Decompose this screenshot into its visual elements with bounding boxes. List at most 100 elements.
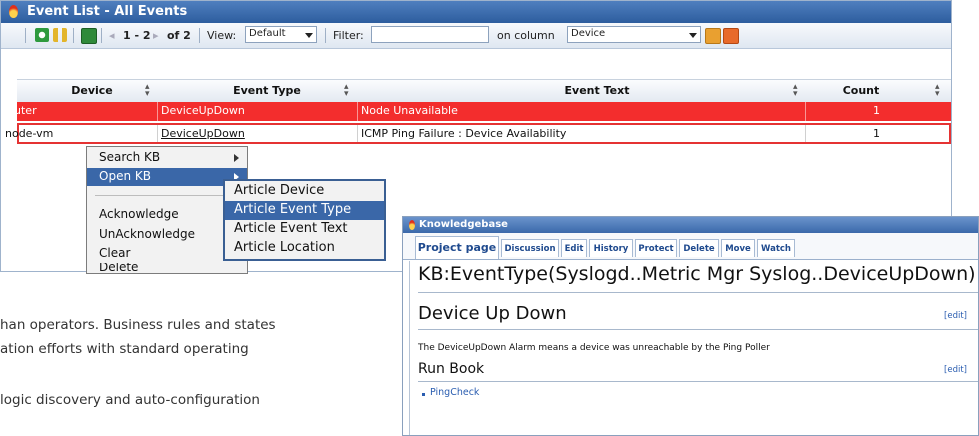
menu-item-label: UnAcknowledge: [99, 227, 196, 241]
app-flame-icon: [409, 220, 415, 230]
paging-total: of 2: [167, 29, 191, 42]
tab-project-page[interactable]: Project page: [415, 236, 499, 259]
kb-window-title: Knowledgebase: [419, 219, 508, 230]
cell-device: router: [3, 104, 37, 117]
tab-watch[interactable]: Watch: [757, 239, 795, 257]
body-text-line: logic discovery and auto-configuration: [0, 392, 260, 408]
knowledgebase-window: Knowledgebase Project page Discussion Ed…: [402, 216, 979, 436]
submenu-item-article-event-text[interactable]: Article Event Text: [225, 220, 384, 239]
menu-item-label: Article Event Text: [234, 221, 348, 236]
chevron-down-icon: [305, 33, 313, 38]
column-divider: [805, 102, 806, 121]
sort-icon[interactable]: ▴ ▾: [793, 83, 798, 99]
tab-move[interactable]: Move: [721, 239, 755, 257]
view-label: View:: [207, 29, 237, 42]
section-heading: Run Book: [418, 361, 485, 377]
chevron-down-icon: [689, 33, 697, 38]
tab-history[interactable]: History: [589, 239, 633, 257]
sort-icon[interactable]: ▴ ▾: [935, 83, 940, 99]
column-header-device[interactable]: Device: [57, 84, 127, 97]
menu-item-label: Article Event Type: [234, 202, 352, 217]
submenu-item-article-device[interactable]: Article Device: [225, 182, 384, 201]
cell-event-text: Node Unavailable: [361, 104, 458, 117]
section-rule: [418, 329, 978, 330]
filter-input[interactable]: [371, 26, 489, 43]
submenu-item-article-location[interactable]: Article Location: [225, 239, 384, 258]
column-divider: [805, 125, 806, 142]
toolbar-separator: [325, 28, 326, 43]
on-column-label: on column: [497, 29, 555, 42]
section-text: The DeviceUpDown Alarm means a device wa…: [418, 343, 770, 353]
body-text-line: ation efforts with standard operating: [0, 341, 249, 357]
tab-discussion[interactable]: Discussion: [501, 239, 559, 257]
cell-count: 1: [873, 127, 880, 140]
toolbar-separator: [199, 28, 200, 43]
refresh-icon[interactable]: [35, 28, 49, 42]
sort-icon[interactable]: ▴ ▾: [145, 83, 150, 99]
menu-item-label: Article Location: [234, 240, 335, 255]
tab-protect[interactable]: Protect: [635, 239, 677, 257]
cell-event-type: DeviceUpDown: [161, 104, 245, 117]
column-header-event-text[interactable]: Event Text: [537, 84, 657, 97]
cell-count: 1: [873, 104, 880, 117]
export-excel-icon[interactable]: [81, 28, 97, 44]
menu-item-label: Article Device: [234, 183, 325, 198]
tab-delete[interactable]: Delete: [679, 239, 719, 257]
toolbar-separator: [101, 28, 102, 43]
chevron-right-icon: [234, 154, 239, 162]
pause-icon[interactable]: [53, 28, 67, 42]
window-title: Event List - All Events: [27, 4, 188, 19]
table-row[interactable]: node-vm DeviceUpDown ICMP Ping Failure :…: [5, 123, 951, 144]
column-divider: [157, 125, 158, 142]
section-heading: Device Up Down: [418, 303, 567, 324]
sort-icon[interactable]: ▴ ▾: [344, 83, 349, 99]
view-select[interactable]: Default: [245, 26, 317, 43]
column-select[interactable]: Device: [567, 26, 701, 43]
menu-item-label: Open KB: [99, 169, 151, 183]
menu-item-delete[interactable]: Delete: [87, 263, 247, 273]
menu-item-label: Clear: [99, 246, 131, 260]
prev-page-icon[interactable]: ◂: [109, 29, 115, 42]
next-page-icon[interactable]: ▸: [153, 29, 159, 42]
knowledgebase-titlebar[interactable]: Knowledgebase: [403, 217, 978, 233]
kb-page-title: KB:EventType(Syslogd..Metric Mgr Syslog.…: [418, 263, 976, 285]
cell-event-type: DeviceUpDown: [161, 127, 245, 140]
table-row[interactable]: router DeviceUpDown Node Unavailable 1: [3, 102, 951, 121]
open-kb-submenu: Article Device Article Event Type Articl…: [223, 179, 386, 261]
column-divider: [357, 125, 358, 142]
toolbar-separator: [25, 28, 26, 43]
menu-item-label: Delete: [99, 263, 139, 273]
menu-separator: [95, 195, 241, 196]
submenu-item-article-event-type[interactable]: Article Event Type: [225, 201, 384, 220]
column-header-count[interactable]: Count: [831, 84, 891, 97]
menu-item-label: Acknowledge: [99, 207, 179, 221]
toolbar-separator: [73, 28, 74, 43]
menu-item-search-kb[interactable]: Search KB: [87, 149, 247, 167]
paging-range: 1 - 2: [123, 29, 151, 42]
toolbar: ◂ 1 - 2 ▸ of 2 View: Default Filter: on …: [1, 23, 951, 49]
column-header-event-type[interactable]: Event Type: [217, 84, 317, 97]
clear-filter-icon[interactable]: [723, 28, 739, 44]
kb-tab-bar: Project page Discussion Edit History Pro…: [403, 233, 978, 260]
table-header: Device ▴ ▾ Event Type ▴ ▾ Event Text ▴ ▾ Co…: [17, 79, 951, 103]
edit-link[interactable]: [edit]: [944, 365, 967, 375]
title-rule: [418, 292, 978, 293]
event-list-titlebar[interactable]: Event List - All Events: [1, 1, 951, 23]
view-select-value: Default: [249, 28, 286, 39]
filter-label: Filter:: [333, 29, 364, 42]
column-divider: [157, 102, 158, 121]
kb-article-content: KB:EventType(Syslogd..Metric Mgr Syslog.…: [409, 261, 978, 435]
runbook-link[interactable]: PingCheck: [430, 387, 479, 398]
cell-device: node-vm: [5, 127, 54, 140]
menu-item-label: Search KB: [99, 150, 161, 164]
column-select-value: Device: [571, 28, 606, 39]
section-rule: [418, 381, 978, 382]
tab-edit[interactable]: Edit: [561, 239, 587, 257]
app-flame-icon: [9, 5, 18, 18]
apply-filter-icon[interactable]: [705, 28, 721, 44]
cell-event-text: ICMP Ping Failure : Device Availability: [361, 127, 567, 140]
body-text-line: han operators. Business rules and states: [0, 317, 276, 333]
bullet-icon: [422, 393, 425, 396]
column-divider: [357, 102, 358, 121]
edit-link[interactable]: [edit]: [944, 311, 967, 321]
